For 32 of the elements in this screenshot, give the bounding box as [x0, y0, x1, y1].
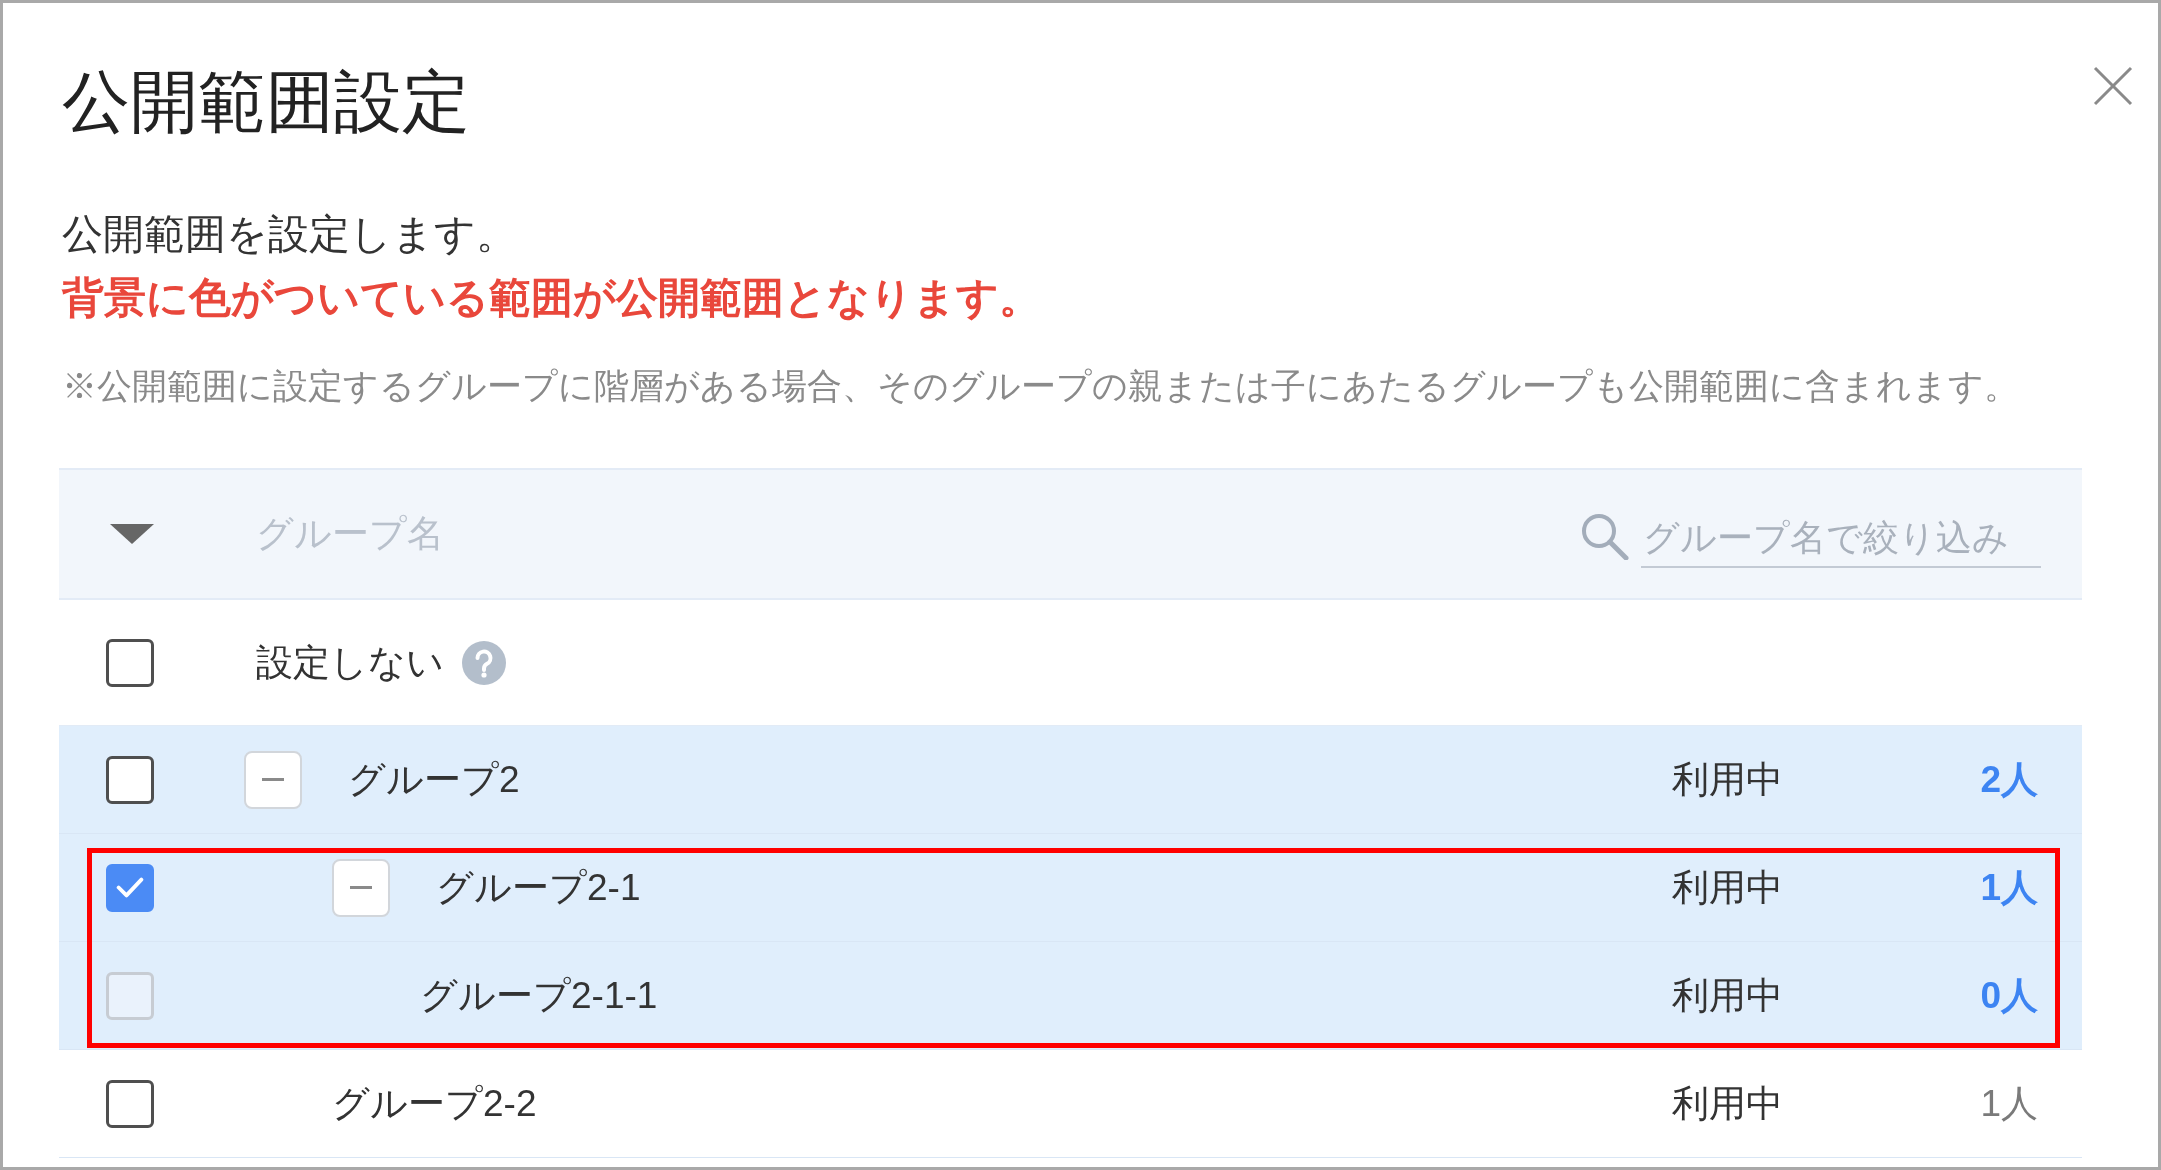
caret-icon[interactable] — [110, 524, 154, 544]
group-name: グループ2-2 — [332, 1081, 537, 1126]
help-icon[interactable] — [462, 640, 506, 685]
member-count: 2人 — [1980, 757, 2038, 802]
toggle-button[interactable] — [244, 750, 302, 809]
status-text: 利用中 — [1672, 1082, 1783, 1124]
intro-text: 公開範囲を設定します。 — [62, 210, 517, 259]
member-count: 1人 — [1980, 865, 2038, 910]
group-name: グループ2 — [348, 757, 520, 802]
close-icon[interactable] — [2093, 66, 2133, 106]
status-text: 利用中 — [1672, 866, 1783, 908]
checkbox[interactable] — [106, 1079, 154, 1128]
status-text: 利用中 — [1672, 758, 1783, 800]
checkmark-icon — [116, 877, 144, 898]
minus-icon — [350, 886, 372, 889]
group-name: グループ2-1 — [436, 865, 641, 910]
group-name: グループ2-1-1 — [420, 973, 658, 1018]
warning-text: 背景に色がついている範囲が公開範囲となります。 — [62, 273, 1041, 323]
member-count: 0人 — [1980, 973, 2038, 1018]
note-text: ※公開範囲に設定するグループに階層がある場合、そのグループの親または子にあたるグループも公開範囲に含まれます。 — [62, 365, 2019, 407]
toggle-button[interactable] — [332, 858, 390, 917]
option-label: 設定しない — [256, 640, 444, 685]
column-header: グループ名 — [256, 512, 444, 557]
status-text: 利用中 — [1672, 974, 1783, 1016]
search-field[interactable]: グループ名で絞り込み — [1641, 510, 2041, 568]
dialog-title: 公開範囲設定 — [62, 62, 470, 141]
member-count: 1人 — [1980, 1081, 2038, 1126]
checkbox[interactable] — [106, 638, 154, 687]
checkbox[interactable] — [106, 863, 154, 912]
minus-icon — [262, 778, 284, 781]
search-icon — [1579, 512, 1629, 560]
checkbox[interactable] — [106, 755, 154, 804]
